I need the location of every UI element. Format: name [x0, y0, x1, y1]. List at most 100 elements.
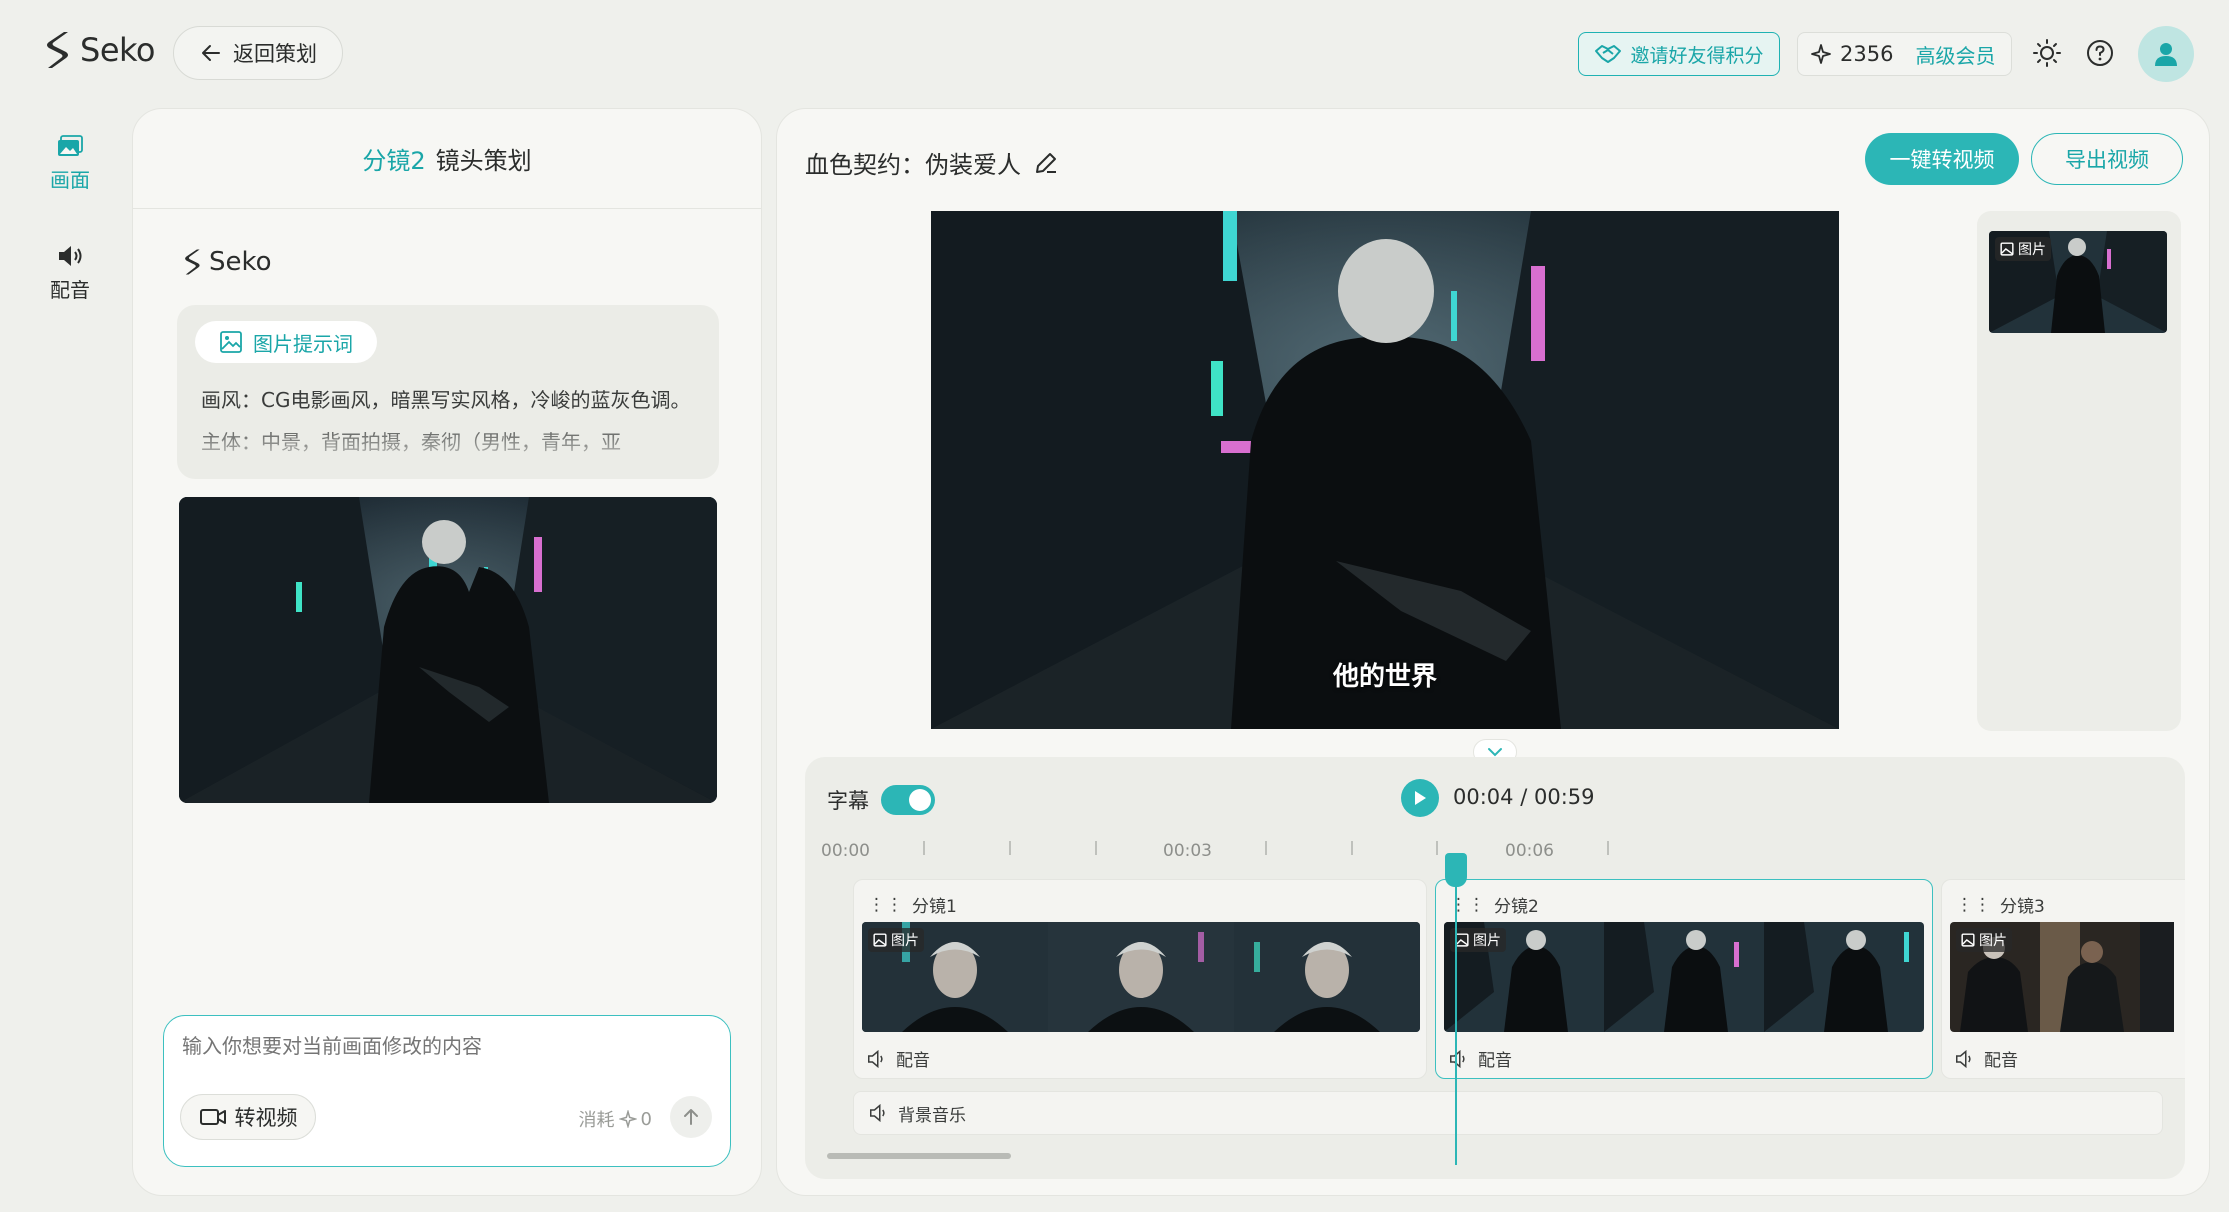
cost-value: 0 [640, 1108, 652, 1130]
app-logo[interactable]: Seko [44, 30, 155, 70]
clip-name: 分镜1 [912, 897, 957, 917]
timeline-clip-2[interactable]: ⋮⋮ 分镜2 图片 配音 [1435, 879, 1933, 1079]
ruler-tick [1436, 841, 1438, 855]
subtitle-toggle[interactable] [881, 785, 935, 815]
sun-icon [2033, 39, 2061, 67]
nav-label-image: 画面 [50, 168, 90, 192]
ruler-label: 00:06 [1505, 841, 1554, 861]
speaker-icon [870, 1104, 885, 1122]
user-avatar[interactable] [2138, 26, 2194, 82]
arrow-left-icon [202, 45, 220, 61]
ruler-label: 00:03 [1163, 841, 1212, 861]
image-prompt-text: 画风：CG电影画风，暗黑写实风格，冷峻的蓝灰色调。主体：中景，背面拍摄，秦彻（男… [201, 388, 691, 454]
cost-label: 消耗 [578, 1110, 615, 1131]
image-icon [220, 331, 242, 353]
ruler-tick [1351, 841, 1353, 855]
background-music-track[interactable]: 背景音乐 [853, 1091, 2163, 1135]
seko-logo-icon [47, 32, 68, 68]
convert-label: 转视频 [234, 1106, 298, 1130]
timeline-clip-3[interactable]: ⋮⋮ 分镜3 图片 配音 [1941, 879, 2185, 1079]
assistant-name: Seko [209, 247, 272, 277]
play-icon [1415, 791, 1426, 805]
time-readout: 00:04 / 00:59 [1453, 785, 1595, 809]
arrow-up-icon [684, 1109, 698, 1125]
timeline-clip-1[interactable]: ⋮⋮ 分镜1 图片 配音 [853, 879, 1427, 1079]
clip-filmstrip[interactable]: 图片 [862, 922, 1420, 1032]
convert-to-video-button[interactable]: 转视频 [180, 1094, 316, 1140]
speaker-icon [868, 1049, 883, 1068]
time-separator: / [1520, 785, 1534, 809]
nav-label-dubbing: 配音 [50, 278, 90, 302]
clip-audio-track[interactable]: 配音 [1448, 1046, 1512, 1071]
panel-header: 分镜2 镜头策划 [133, 109, 761, 209]
shot-thumbnail[interactable]: 图片 [1989, 231, 2167, 333]
one-click-video-button[interactable]: 一键转视频 [1865, 133, 2019, 185]
points-value: 2356 [1840, 42, 1894, 66]
project-title-row: 血色契约：伪装爱人 [805, 145, 1059, 180]
chevron-down-icon [1488, 748, 1502, 757]
theme-toggle-button[interactable] [2030, 36, 2064, 70]
edit-input-box[interactable]: 转视频 消耗 0 [163, 1015, 731, 1167]
image-prompt-chip[interactable]: 图片提示词 [195, 321, 377, 363]
main-preview[interactable]: 他的世界 [931, 211, 1839, 729]
shot-planning-panel: 分镜2 镜头策划 Seko 图片提示词 画风：CG电影画风，暗黑写实风格，冷峻的… [132, 108, 762, 1196]
playhead-handle[interactable] [1445, 853, 1467, 887]
image-icon [1961, 933, 1975, 947]
video-camera-icon [199, 1109, 226, 1125]
export-video-button[interactable]: 导出视频 [2031, 133, 2183, 185]
back-label: 返回策划 [233, 42, 317, 66]
image-tag: 图片 [1956, 928, 2012, 952]
timeline: 字幕 00:04 / 00:59 00:00 00:03 00:06 ⋮⋮ 分镜… [805, 757, 2185, 1179]
subtitle-label: 字幕 [827, 789, 869, 813]
video-editor-panel: 血色契约：伪装爱人 一键转视频 导出视频 他的世界 图片 字幕 00:04 / … [776, 108, 2210, 1196]
image-tag-label: 图片 [1473, 933, 1501, 949]
clip-audio-track[interactable]: 配音 [1954, 1046, 2018, 1071]
shot-name: 分镜2 [362, 147, 426, 175]
membership-link[interactable]: 高级会员 [1915, 40, 1995, 69]
clip-filmstrip[interactable]: 图片 [1444, 922, 1924, 1032]
points-balance[interactable]: 2356 高级会员 [1797, 32, 2012, 76]
image-prompt-label: 图片提示词 [253, 331, 353, 356]
ruler-tick [1009, 841, 1011, 855]
shot-image[interactable] [179, 497, 717, 803]
preview-art [931, 211, 1839, 729]
image-prompt-card[interactable]: 图片提示词 画风：CG电影画风，暗黑写实风格，冷峻的蓝灰色调。主体：中景，背面拍… [177, 305, 719, 479]
drag-handle-icon[interactable]: ⋮⋮ [868, 895, 904, 915]
edit-input[interactable] [182, 1034, 702, 1058]
user-icon [2155, 43, 2177, 66]
clip-audio-label: 配音 [896, 1051, 930, 1071]
timeline-scrollbar[interactable] [827, 1153, 1011, 1159]
ruler-tick [1607, 841, 1609, 855]
help-button[interactable] [2083, 36, 2117, 70]
seko-logo-icon [185, 249, 200, 275]
image-icon [1455, 933, 1469, 947]
invite-friends-button[interactable]: 邀请好友得积分 [1578, 32, 1780, 76]
filmstrip-art [1444, 922, 1924, 1032]
shot-image-art [179, 497, 717, 803]
clip-name: 分镜2 [1494, 897, 1539, 917]
clip-label: ⋮⋮ 分镜2 [1450, 892, 1539, 918]
play-button[interactable] [1401, 779, 1439, 817]
image-tag-label: 图片 [1979, 933, 2007, 949]
app-name: Seko [80, 31, 155, 69]
cost-indicator: 消耗 0 [579, 1106, 652, 1132]
back-to-planning-button[interactable]: 返回策划 [173, 26, 343, 80]
nav-item-image[interactable]: 画面 [30, 134, 110, 193]
nav-item-dubbing[interactable]: 配音 [30, 244, 110, 303]
image-icon [58, 135, 83, 156]
speaker-icon [1450, 1049, 1465, 1068]
speaker-icon [59, 246, 82, 266]
drag-handle-icon[interactable]: ⋮⋮ [1956, 895, 1992, 915]
preview-subtitle: 他的世界 [1332, 662, 1437, 692]
clip-audio-track[interactable]: 配音 [866, 1046, 930, 1071]
image-icon [2000, 242, 2014, 256]
filmstrip-art [862, 922, 1420, 1032]
edit-icon[interactable] [1033, 150, 1059, 176]
bgm-label: 背景音乐 [898, 1105, 966, 1126]
send-button[interactable] [670, 1096, 712, 1138]
image-tag-label: 图片 [2018, 242, 2046, 258]
current-time: 00:04 [1453, 785, 1514, 809]
image-tag-label: 图片 [891, 933, 919, 949]
clip-filmstrip[interactable]: 图片 [1950, 922, 2174, 1032]
invite-label: 邀请好友得积分 [1630, 44, 1764, 67]
